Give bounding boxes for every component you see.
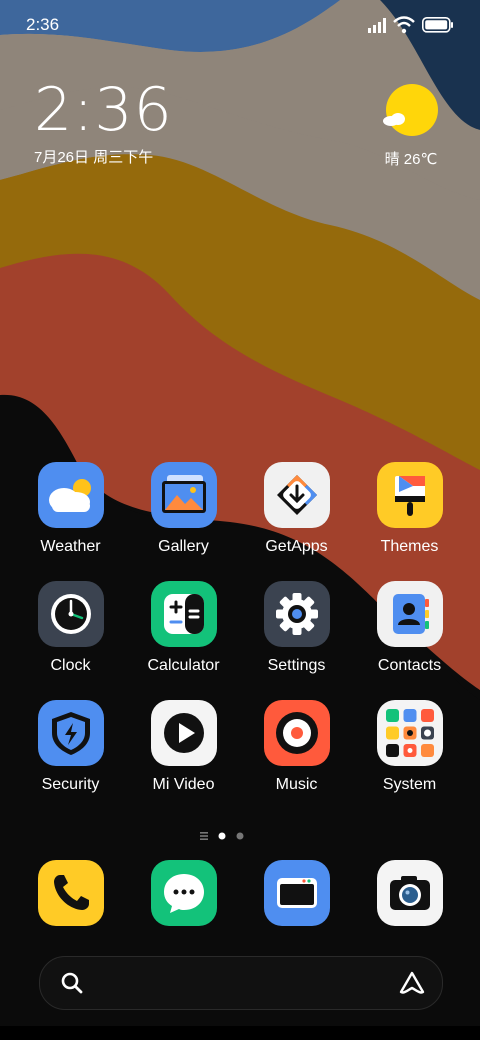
app-label: Themes	[380, 538, 439, 555]
contacts-app-icon	[376, 581, 443, 647]
app-getapps[interactable]: GetApps	[240, 462, 353, 556]
app-security[interactable]: Security	[14, 700, 127, 794]
app-grid: Weather Gallery GetApps Themes Clock Cal…	[14, 462, 466, 794]
app-label: Mi Video	[152, 776, 215, 793]
getapps-app-icon	[263, 462, 330, 528]
app-music[interactable]: Music	[240, 700, 353, 794]
wifi-icon	[393, 16, 415, 34]
camera-app-icon	[376, 860, 443, 926]
app-label: Contacts	[377, 657, 442, 674]
navigation-bar	[0, 1026, 480, 1040]
app-weather[interactable]: Weather	[14, 462, 127, 556]
security-app-icon	[37, 700, 104, 766]
dock-messages[interactable]	[127, 860, 240, 926]
page-indicator[interactable]	[200, 829, 260, 843]
battery-icon	[422, 17, 453, 33]
signal-icon	[368, 18, 386, 33]
calculator-app-icon	[150, 581, 217, 647]
mivideo-app-icon	[150, 700, 217, 766]
app-label: Gallery	[158, 538, 209, 555]
app-contacts[interactable]: Contacts	[353, 581, 466, 675]
feed-page-icon	[200, 832, 208, 840]
clock-time: 2:36	[34, 75, 173, 145]
weather-app-icon	[37, 462, 104, 528]
status-time: 2:36	[26, 15, 60, 34]
app-clock[interactable]: Clock	[14, 581, 127, 675]
page-dot-current	[218, 832, 226, 840]
weather-text: 晴 26℃	[384, 151, 438, 168]
search-icon	[61, 972, 83, 994]
dock-browser[interactable]	[240, 860, 353, 926]
app-mivideo[interactable]: Mi Video	[127, 700, 240, 794]
app-label: Clock	[50, 657, 91, 674]
sunny-icon	[383, 84, 438, 136]
app-system-folder[interactable]: System	[353, 700, 466, 794]
app-label: Music	[275, 776, 318, 793]
music-app-icon	[263, 700, 330, 766]
app-themes[interactable]: Themes	[353, 462, 466, 556]
themes-app-icon	[376, 462, 443, 528]
messages-app-icon	[150, 860, 217, 926]
app-label: GetApps	[265, 538, 328, 555]
search-bar[interactable]	[39, 956, 443, 1010]
phone-app-icon	[37, 860, 104, 926]
settings-app-icon	[263, 581, 330, 647]
app-label: Settings	[267, 657, 326, 674]
status-bar: 2:36	[0, 0, 480, 50]
system-folder-icon	[376, 700, 443, 766]
dock-camera[interactable]	[353, 860, 466, 926]
app-label: Security	[41, 776, 100, 793]
clock-widget[interactable]: 2:36 7月26日 周三下午	[34, 78, 173, 167]
app-label: System	[382, 776, 437, 793]
page-dot	[236, 832, 244, 840]
browser-app-icon	[263, 860, 330, 926]
app-label: Weather	[40, 538, 101, 555]
app-label: Calculator	[147, 657, 220, 674]
gallery-app-icon	[150, 462, 217, 528]
assistant-icon[interactable]	[398, 970, 426, 996]
weather-widget[interactable]: 晴 26℃	[376, 84, 446, 169]
app-calculator[interactable]: Calculator	[127, 581, 240, 675]
clock-app-icon	[37, 581, 104, 647]
dock	[14, 860, 466, 926]
app-settings[interactable]: Settings	[240, 581, 353, 675]
clock-date: 7月26日 周三下午	[34, 149, 154, 166]
status-icons	[368, 16, 453, 34]
app-gallery[interactable]: Gallery	[127, 462, 240, 556]
dock-phone[interactable]	[14, 860, 127, 926]
